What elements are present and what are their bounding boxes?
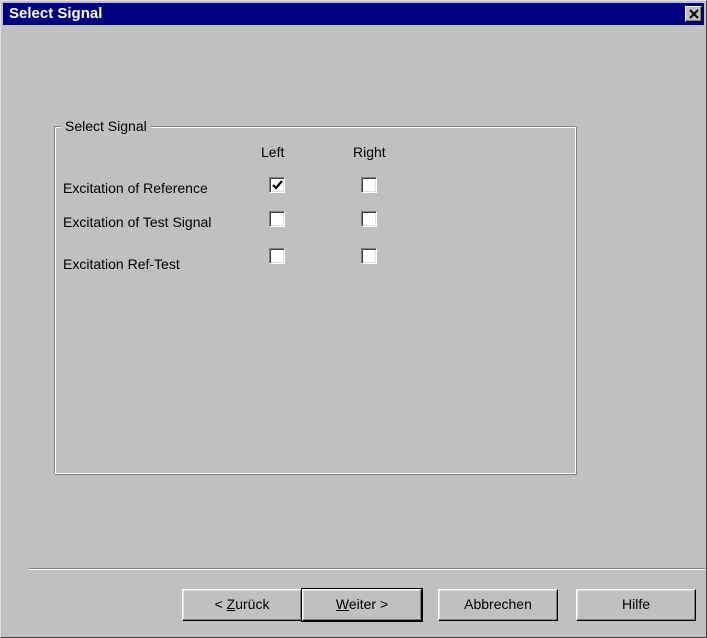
checkmark-icon (272, 180, 283, 190)
column-header-right: Right (353, 144, 386, 160)
back-button-mnemonic: Z (226, 596, 236, 612)
checkbox-test-signal-left[interactable] (269, 211, 285, 227)
checkbox-ref-test-left[interactable] (269, 248, 285, 264)
checkbox-ref-test-right[interactable] (361, 248, 377, 264)
checkbox-reference-right[interactable] (361, 177, 377, 193)
column-header-left: Left (261, 144, 285, 160)
close-icon (689, 9, 699, 19)
button-separator (29, 568, 705, 570)
back-button-prefix: < (214, 596, 227, 612)
title-bar[interactable]: Select Signal (3, 3, 704, 25)
dialog-window: Select Signal Select Signal Left Right E… (0, 0, 707, 638)
next-button-label: eiter (348, 596, 377, 612)
close-button[interactable] (685, 6, 702, 22)
back-button[interactable]: < Zurück (182, 589, 302, 621)
back-button-label: urück (235, 596, 270, 612)
next-button-suffix: > (376, 596, 389, 612)
help-button[interactable]: Hilfe (576, 589, 696, 621)
row-label-excitation-test-signal: Excitation of Test Signal (63, 214, 212, 230)
row-label-excitation-reference: Excitation of Reference (63, 180, 208, 196)
select-signal-groupbox (54, 126, 576, 474)
checkbox-test-signal-right[interactable] (361, 211, 377, 227)
checkbox-reference-left[interactable] (269, 177, 285, 193)
row-label-excitation-ref-test: Excitation Ref-Test (63, 256, 180, 272)
next-button-mnemonic: W (335, 596, 349, 612)
groupbox-label: Select Signal (61, 118, 151, 134)
window-title: Select Signal (9, 5, 103, 22)
cancel-button[interactable]: Abbrechen (438, 589, 558, 621)
next-button[interactable]: Weiter > (301, 588, 423, 622)
